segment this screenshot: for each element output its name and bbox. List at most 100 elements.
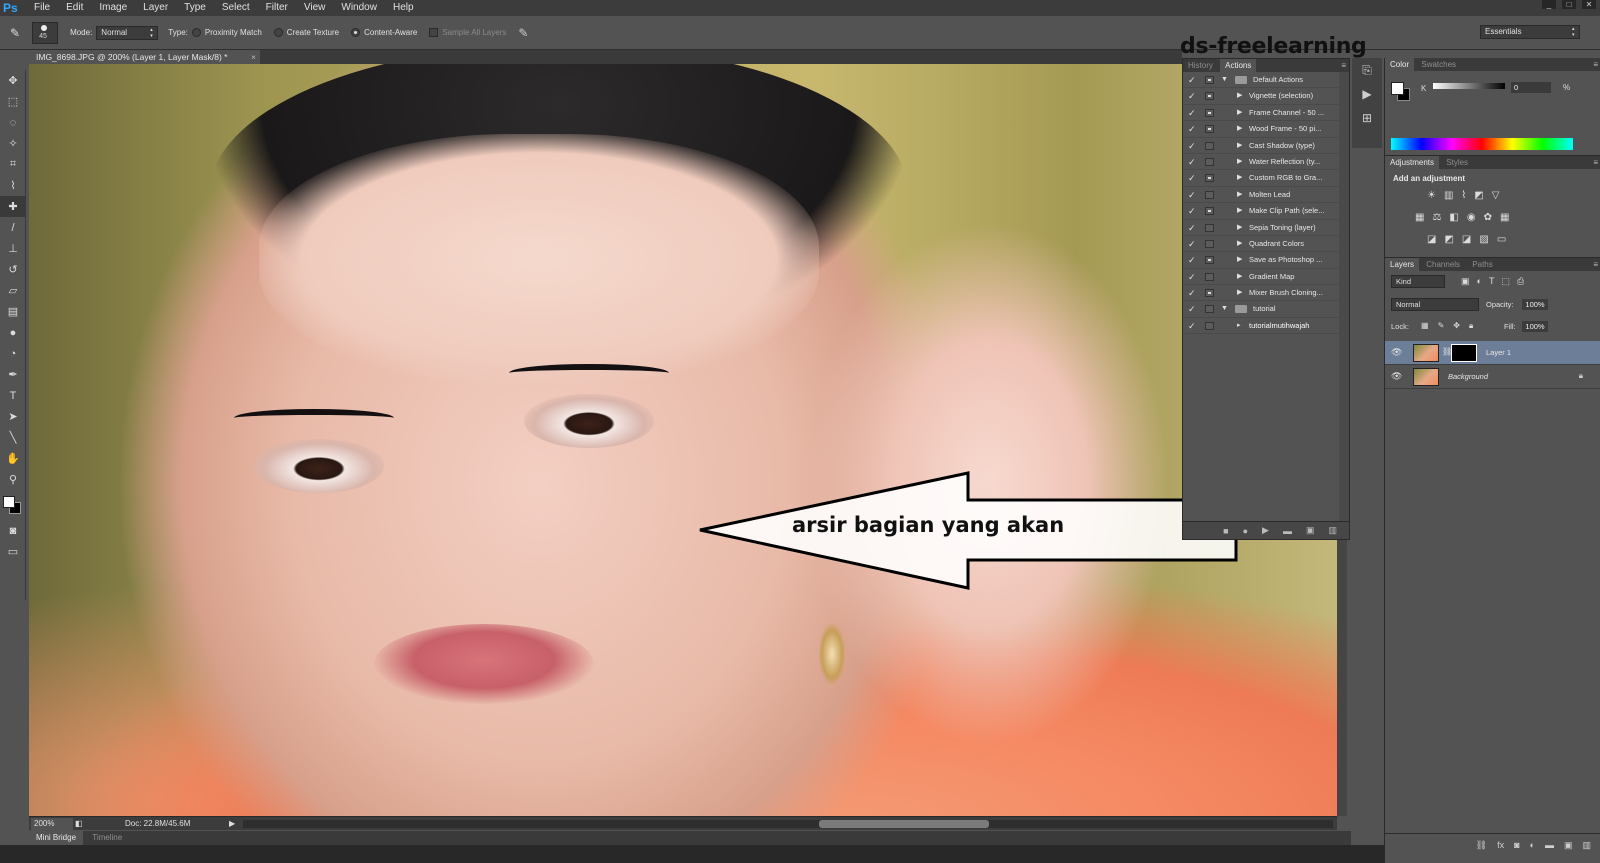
foreground-color[interactable] <box>3 496 15 508</box>
brush-preset-picker[interactable]: 45 <box>32 21 59 44</box>
pen-tool-icon[interactable]: ✒ <box>0 364 26 385</box>
proximity-match-radio[interactable] <box>191 28 201 37</box>
toggle-check-icon[interactable]: ✓ <box>1188 88 1198 104</box>
expand-triangle-icon[interactable]: ▶ <box>1237 203 1242 219</box>
document-tab[interactable]: IMG_8698.JPG @ 200% (Layer 1, Layer Mask… <box>28 50 260 64</box>
curves-icon[interactable]: ⌇ <box>1461 190 1466 201</box>
black-white-icon[interactable]: ◧ <box>1449 212 1458 223</box>
delete-layer-icon[interactable]: ▥ <box>1582 840 1591 863</box>
filter-pixel-icon[interactable]: ▣ <box>1461 276 1470 287</box>
levels-icon[interactable]: ▥ <box>1444 190 1453 201</box>
path-select-tool-icon[interactable]: ➤ <box>0 406 26 427</box>
gradient-map-icon[interactable]: ▭ <box>1497 234 1506 245</box>
filter-adjustment-icon[interactable]: ◐ <box>1477 276 1482 287</box>
color-balance-icon[interactable]: ⚖ <box>1432 212 1441 223</box>
expand-triangle-icon[interactable]: ▶ <box>1237 154 1242 170</box>
gradient-tool-icon[interactable]: ▤ <box>0 301 26 322</box>
invert-icon[interactable]: ◪ <box>1427 234 1436 245</box>
dialog-toggle-icon[interactable] <box>1205 125 1214 134</box>
horizontal-scroll-thumb[interactable] <box>819 820 989 828</box>
expand-triangle-icon[interactable]: ▶ <box>1237 138 1242 154</box>
layers-panel-menu-icon[interactable]: ≡ <box>1593 258 1598 271</box>
move-tool-icon[interactable]: ✥ <box>0 70 26 91</box>
dialog-toggle-icon[interactable] <box>1205 190 1214 199</box>
menu-type[interactable]: Type <box>176 0 214 16</box>
layer-kind-filter[interactable]: Kind <box>1391 275 1445 288</box>
toggle-check-icon[interactable]: ✓ <box>1188 252 1198 268</box>
stop-icon[interactable]: ■ <box>1223 526 1228 536</box>
spot-healing-tool-icon[interactable]: ✚ <box>0 196 26 217</box>
clone-stamp-tool-icon[interactable]: ⊥ <box>0 238 26 259</box>
close-window-button[interactable]: ✕ <box>1582 0 1596 9</box>
expand-triangle-icon[interactable]: ▼ <box>1221 72 1228 88</box>
eyedropper-tool-icon[interactable]: ⌇ <box>0 175 26 196</box>
expand-triangle-icon[interactable]: ▶ <box>1237 252 1242 268</box>
blur-tool-icon[interactable]: ● <box>0 322 26 343</box>
toggle-check-icon[interactable]: ✓ <box>1188 301 1198 317</box>
dialog-toggle-icon[interactable] <box>1205 76 1214 84</box>
dialog-toggle-icon[interactable] <box>1205 92 1214 101</box>
toggle-check-icon[interactable]: ✓ <box>1188 269 1198 285</box>
tab-swatches[interactable]: Swatches <box>1416 58 1461 71</box>
menu-image[interactable]: Image <box>91 0 135 16</box>
minimize-button[interactable]: _ <box>1542 0 1556 9</box>
history-panel-icon[interactable]: ⎘ <box>1352 58 1382 82</box>
workspace-select[interactable]: Essentials <box>1480 25 1580 39</box>
add-mask-icon[interactable]: ◙ <box>1514 840 1519 863</box>
spot-healing-brush-icon[interactable]: ✎ <box>10 26 20 40</box>
visibility-eye-icon[interactable]: 👁︎ <box>1391 371 1402 382</box>
action-row[interactable]: ✓ ▶ Molten Lead <box>1183 187 1349 204</box>
action-row[interactable]: ✓ ▸ tutorialmutihwajah <box>1183 318 1349 335</box>
delete-icon[interactable]: ▥ <box>1328 525 1337 536</box>
hand-tool-icon[interactable]: ✋ <box>0 448 26 469</box>
vibrance-icon[interactable]: ▽ <box>1492 190 1500 201</box>
toggle-check-icon[interactable]: ✓ <box>1188 154 1198 170</box>
dialog-toggle-icon[interactable] <box>1205 141 1214 150</box>
play-icon[interactable]: ▶ <box>1262 525 1269 536</box>
dialog-toggle-icon[interactable] <box>1205 321 1214 330</box>
tab-history[interactable]: History <box>1183 59 1218 72</box>
selective-color-icon[interactable]: ▧ <box>1479 234 1488 245</box>
status-info-icon[interactable]: ◧ <box>75 817 83 831</box>
toggle-check-icon[interactable]: ✓ <box>1188 170 1198 186</box>
exposure-icon[interactable]: ◩ <box>1474 190 1483 201</box>
action-row[interactable]: ✓ ▶ Sepia Toning (layer) <box>1183 220 1349 236</box>
posterize-icon[interactable]: ◩ <box>1444 234 1453 245</box>
expand-triangle-icon[interactable]: ▶ <box>1237 269 1242 285</box>
toggle-check-icon[interactable]: ✓ <box>1188 236 1198 252</box>
action-row[interactable]: ✓ ▶ Make Clip Path (sele... <box>1183 203 1349 220</box>
dialog-toggle-icon[interactable] <box>1205 256 1214 265</box>
fill-field[interactable]: 100% <box>1522 321 1548 332</box>
dialog-toggle-icon[interactable] <box>1205 223 1214 232</box>
action-row[interactable]: ✓ ▶ Wood Frame - 50 pi... <box>1183 121 1349 138</box>
action-row[interactable]: ✓ ▶ Quadrant Colors <box>1183 236 1349 253</box>
threshold-icon[interactable]: ◪ <box>1462 234 1471 245</box>
toggle-check-icon[interactable]: ✓ <box>1188 138 1198 154</box>
filter-smart-icon[interactable]: ⎙ <box>1517 276 1524 287</box>
actions-scrollbar[interactable] <box>1339 72 1349 522</box>
expand-triangle-icon[interactable]: ▶ <box>1237 220 1242 236</box>
new-group-icon[interactable]: ▬ <box>1545 840 1554 863</box>
color-panel-menu-icon[interactable]: ≡ <box>1593 58 1598 71</box>
brush-tool-icon[interactable]: / <box>0 217 26 238</box>
tab-actions[interactable]: Actions <box>1220 59 1257 72</box>
color-swatches[interactable] <box>0 490 26 520</box>
dialog-toggle-icon[interactable] <box>1205 305 1214 314</box>
expand-triangle-icon[interactable]: ▶ <box>1237 105 1242 121</box>
panel-menu-icon[interactable]: ≡ <box>1341 59 1346 72</box>
dialog-toggle-icon[interactable] <box>1205 272 1214 281</box>
menu-layer[interactable]: Layer <box>135 0 176 16</box>
menu-help[interactable]: Help <box>385 0 422 16</box>
zoom-tool-icon[interactable]: ⚲ <box>0 469 26 490</box>
k-value-field[interactable]: 0 <box>1511 82 1551 93</box>
tab-layers[interactable]: Layers <box>1385 258 1420 271</box>
menu-edit[interactable]: Edit <box>58 0 91 16</box>
new-adjustment-layer-icon[interactable]: ◐ <box>1530 840 1535 863</box>
action-row[interactable]: ✓ ▶ Water Reflection (ty... <box>1183 154 1349 171</box>
action-row[interactable]: ✓ ▶ Custom RGB to Gra... <box>1183 170 1349 187</box>
tab-channels[interactable]: Channels <box>1421 258 1465 271</box>
expand-triangle-icon[interactable]: ▶ <box>1237 170 1242 186</box>
image-canvas[interactable] <box>29 64 1337 816</box>
screen-mode-icon[interactable]: ▭ <box>0 541 26 562</box>
content-aware-option[interactable]: Content-Aware <box>351 28 417 37</box>
